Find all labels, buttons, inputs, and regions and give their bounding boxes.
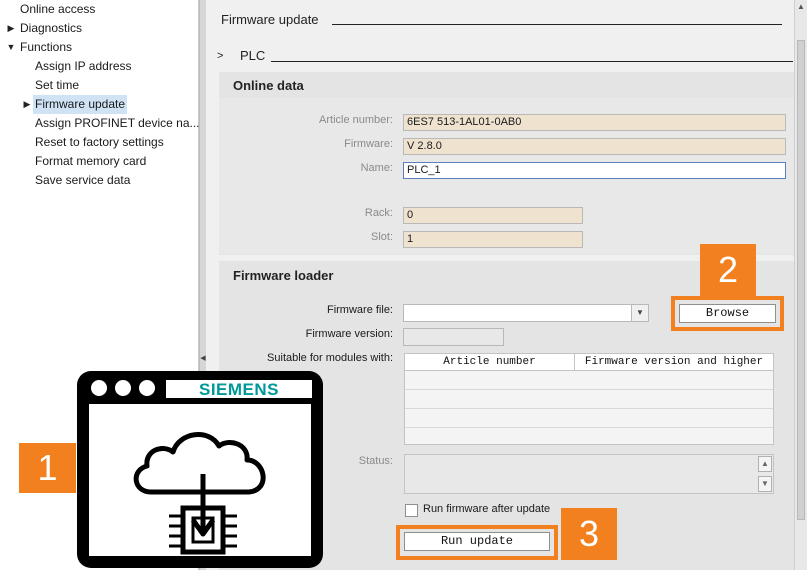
tree-item-label: Reset to factory settings [35, 135, 164, 149]
scroll-up-icon[interactable]: ▲ [796, 2, 806, 12]
tree-item-assign-ip[interactable]: Assign IP address [35, 57, 132, 76]
run-after-update-checkbox[interactable] [405, 504, 418, 517]
table-row [405, 410, 773, 428]
table-row [405, 372, 773, 390]
tree-item-label: Assign IP address [35, 59, 132, 73]
rack-label: Rack: [364, 207, 393, 219]
table-row [405, 391, 773, 409]
tree-item-label: Assign PROFINET device na... [35, 116, 200, 130]
title-divider [332, 24, 782, 25]
collapse-left-icon[interactable]: ◀ [200, 352, 206, 366]
tree-item-label: Firmware update [33, 95, 128, 114]
dropdown-arrow-icon[interactable]: ▼ [631, 305, 648, 321]
scroll-thumb[interactable] [797, 40, 805, 520]
status-box: ▲ ▼ [404, 454, 774, 494]
tree-item-label: Set time [35, 78, 80, 92]
tree-item-assign-profinet[interactable]: Assign PROFINET device na... [35, 114, 200, 133]
main-scrollbar[interactable]: ▲ [794, 0, 807, 570]
callout-badge-2: 2 [700, 244, 756, 296]
firmware-field: V 2.8.0 [403, 138, 786, 155]
table-row [405, 429, 773, 447]
callout-badge-3: 3 [561, 508, 617, 560]
caret-down-icon[interactable]: ▼ [6, 38, 16, 57]
firmware-label: Firmware: [344, 138, 393, 150]
scroll-up-icon[interactable]: ▲ [758, 456, 772, 472]
article-number-field: 6ES7 513-1AL01-0AB0 [403, 114, 786, 131]
window-dot-icon [139, 380, 155, 396]
caret-right-icon[interactable]: ▶ [22, 95, 32, 114]
expand-chevron-icon[interactable]: > [217, 50, 223, 62]
tree-item-reset-factory[interactable]: Reset to factory settings [35, 133, 164, 152]
slot-field: 1 [403, 231, 583, 248]
name-label: Name: [360, 162, 393, 174]
tree-item-save-service-data[interactable]: Save service data [35, 171, 130, 190]
tree-item-label: Diagnostics [20, 21, 83, 35]
firmware-loader-heading: Firmware loader [233, 268, 334, 283]
slot-label: Slot: [370, 231, 393, 243]
caret-right-icon[interactable]: ▶ [6, 19, 16, 38]
browse-button[interactable]: Browse [679, 304, 776, 323]
firmware-file-combo[interactable] [403, 304, 649, 322]
tree-item-set-time[interactable]: Set time [35, 76, 79, 95]
tree-item-label: Functions [20, 40, 73, 54]
column-header-article: Article number [405, 354, 575, 371]
run-after-update-label: Run firmware after update [423, 503, 551, 515]
rack-field: 0 [403, 207, 583, 224]
window-dot-icon [91, 380, 107, 396]
plc-section-title: PLC [240, 48, 266, 63]
firmware-file-label: Firmware file: [326, 304, 393, 316]
callout-badge-1: 1 [19, 443, 76, 493]
suitable-modules-table: Article number Firmware version and high… [404, 353, 774, 445]
plc-divider [271, 61, 793, 62]
window-content [89, 404, 311, 556]
tree-item-label: Online access [20, 2, 96, 16]
tree-item-format-memory-card[interactable]: Format memory card [35, 152, 146, 171]
column-header-firmware-version: Firmware version and higher [575, 354, 773, 371]
tree-item-online-access[interactable]: Online access [20, 0, 95, 19]
siemens-logo: SIEMENS [198, 380, 280, 399]
tree-item-label: Save service data [35, 173, 131, 187]
tree-item-label: Format memory card [35, 154, 147, 168]
suitable-modules-label: Suitable for modules with: [267, 352, 393, 364]
scroll-down-icon[interactable]: ▼ [758, 476, 772, 492]
page-title: Firmware update [221, 12, 319, 27]
online-data-heading: Online data [233, 78, 304, 93]
article-number-label: Article number: [319, 114, 393, 126]
firmware-download-illustration: SIEMENS [77, 371, 323, 568]
window-dot-icon [115, 380, 131, 396]
firmware-version-field [403, 328, 504, 346]
name-field[interactable]: PLC_1 [403, 162, 786, 179]
firmware-version-label: Firmware version: [305, 328, 393, 340]
cloud-download-chip-icon [133, 432, 266, 555]
run-update-button[interactable]: Run update [404, 532, 550, 551]
